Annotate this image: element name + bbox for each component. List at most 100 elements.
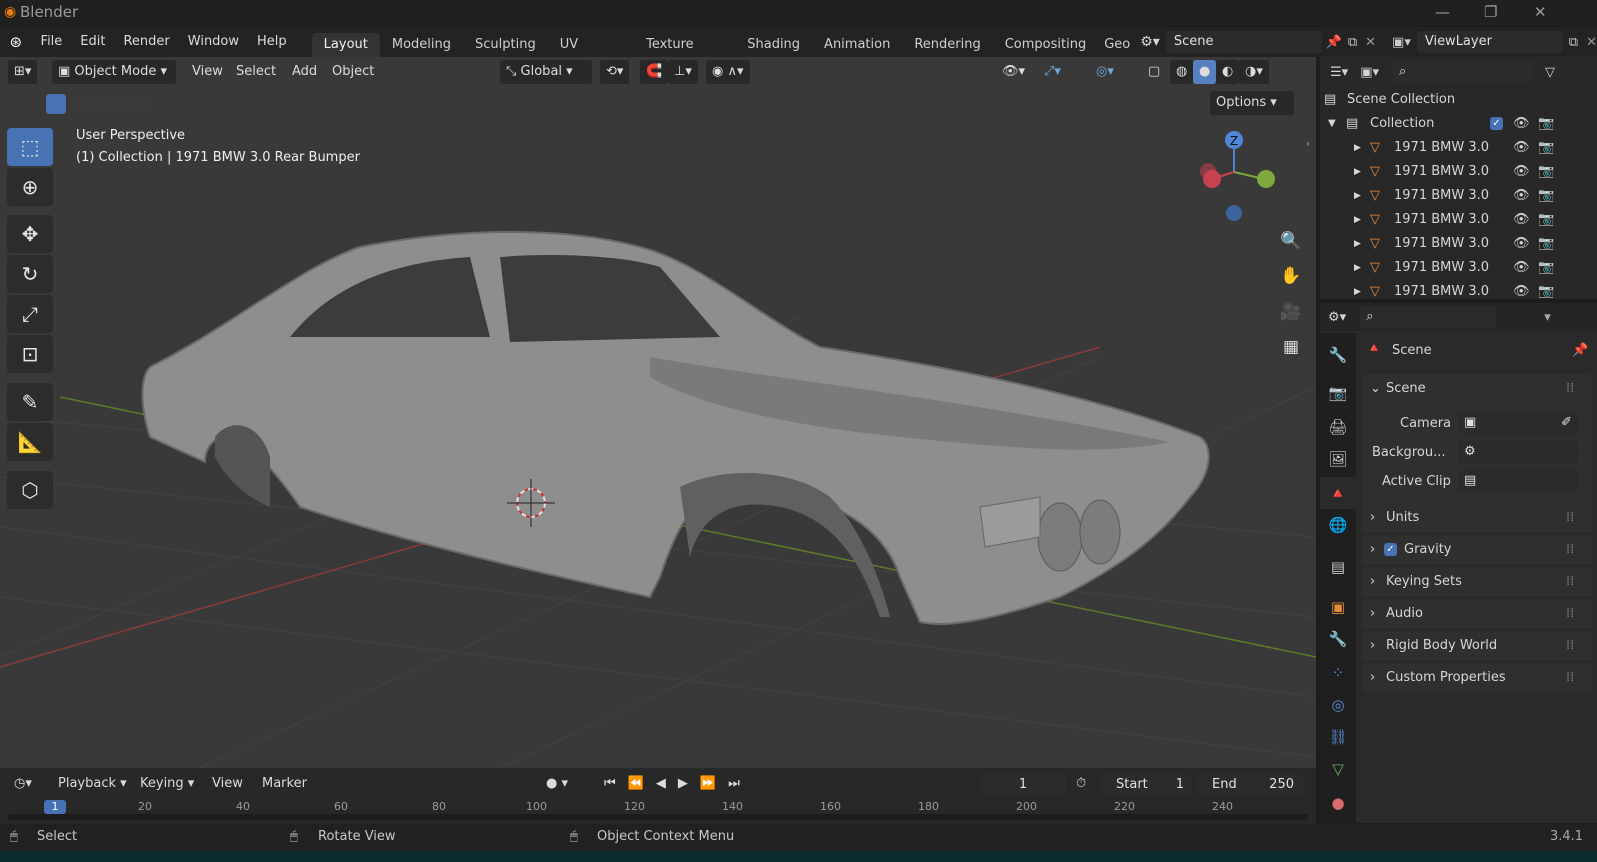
camera-field[interactable]: ▣ ✐ — [1458, 412, 1578, 434]
close-button[interactable]: ✕ — [1534, 3, 1547, 21]
collection-checkbox[interactable]: ✓ — [1490, 117, 1503, 130]
sidebar-toggle-icon[interactable]: ‹ — [1306, 137, 1310, 150]
visibility-icon[interactable]: 👁▾ — [996, 60, 1031, 84]
snap-toggle-icon[interactable]: 🧲 — [640, 60, 669, 84]
properties-search-icon[interactable]: ⌕ — [1360, 306, 1497, 328]
tool-cursor[interactable]: ⊕ — [7, 168, 53, 206]
rigid-body-world-panel[interactable]: › Rigid Body World ⁞⁞ — [1362, 631, 1592, 660]
tab-compositing[interactable]: Compositing — [993, 33, 1099, 57]
background-field[interactable]: ⚙ — [1458, 441, 1578, 463]
pivot-point-icon[interactable]: ⟲▾ — [600, 60, 630, 84]
snap-target-icon[interactable]: ⊥▾ — [668, 60, 698, 84]
menu-render[interactable]: Render — [114, 27, 178, 57]
properties-options-icon[interactable]: ▾ — [1544, 310, 1551, 325]
expand-icon[interactable]: ▶ — [1354, 160, 1361, 184]
drag-handle-icon[interactable]: ⁞⁞ — [1566, 374, 1574, 403]
list-item[interactable]: ▶ ▽ 1971 BMW 3.0 👁 📷 — [1320, 280, 1597, 304]
pan-hand-icon[interactable]: ✋ — [1276, 261, 1306, 291]
modifiers-tab-icon[interactable]: 🔧 — [1320, 623, 1356, 655]
menu-edit[interactable]: Edit — [71, 27, 114, 57]
timeline-scrollbar[interactable] — [8, 814, 1308, 820]
expand-icon[interactable]: ▶ — [1354, 208, 1361, 232]
pin-icon[interactable]: 📌 — [1326, 35, 1342, 50]
filter-icon[interactable]: ▽ — [1545, 65, 1555, 80]
play-icon[interactable]: ▶ — [671, 772, 694, 796]
camera-icon[interactable]: 📷 — [1538, 232, 1554, 256]
constraints-tab-icon[interactable]: ⛓ — [1320, 721, 1356, 753]
camera-icon[interactable]: 📷 — [1538, 280, 1554, 304]
tool-scale[interactable]: ⤢ — [7, 295, 53, 333]
drag-handle-icon[interactable]: ⁞⁞ — [1566, 503, 1574, 532]
drag-handle-icon[interactable]: ⁞⁞ — [1566, 631, 1574, 660]
zoom-icon[interactable]: 🔍 — [1276, 226, 1306, 256]
tool-annotate[interactable]: ✎ — [7, 383, 53, 421]
expand-icon[interactable]: ▶ — [1354, 232, 1361, 256]
scene-field[interactable]: Scene — [1165, 31, 1322, 53]
camera-icon[interactable]: 📷 — [1538, 160, 1554, 184]
tab-layout[interactable]: Layout — [311, 33, 380, 57]
collection-tab-icon[interactable]: ▤ — [1320, 551, 1356, 583]
tab-modeling[interactable]: Modeling — [380, 33, 463, 57]
outliner-scene-collection[interactable]: ▤ Scene Collection — [1320, 88, 1597, 112]
minimize-button[interactable]: — — [1435, 3, 1450, 21]
custom-properties-panel[interactable]: › Custom Properties ⁞⁞ — [1362, 663, 1592, 692]
rendered-shading-icon[interactable]: ◑▾ — [1239, 60, 1269, 84]
camera-icon[interactable]: 📷 — [1538, 112, 1554, 136]
jump-end-icon[interactable]: ⏭ — [722, 772, 746, 796]
viewlayer-field[interactable]: ViewLayer — [1416, 31, 1563, 53]
tool-measure[interactable]: 📐 — [7, 423, 53, 461]
chevron-down-icon[interactable]: ⌄ — [1370, 374, 1381, 403]
select-new-icon[interactable] — [46, 94, 66, 114]
blender-menu-icon[interactable]: ⊛ — [0, 33, 32, 51]
output-tab-icon[interactable]: 🖨 — [1320, 411, 1356, 443]
drag-handle-icon[interactable]: ⁞⁞ — [1566, 663, 1574, 692]
new-scene-icon[interactable]: ⧉ — [1348, 35, 1357, 50]
eye-icon[interactable]: 👁 — [1513, 256, 1530, 280]
object-tab-icon[interactable]: ▣ — [1320, 591, 1356, 623]
tab-animation[interactable]: Animation — [812, 33, 902, 57]
eye-icon[interactable]: 👁 — [1513, 280, 1530, 304]
editor-type-icon[interactable]: ⊞▾ — [8, 60, 38, 84]
camera-icon[interactable]: 📷 — [1538, 184, 1554, 208]
frame-ruler[interactable]: 1 20 40 60 80 100 120 140 160 180 200 22… — [8, 800, 1308, 820]
viewport-menu-object[interactable]: Object — [326, 60, 380, 84]
audio-panel[interactable]: › Audio ⁞⁞ — [1362, 599, 1592, 628]
maximize-button[interactable]: ❐ — [1484, 3, 1497, 21]
list-item[interactable]: ▶ ▽ 1971 BMW 3.0 👁 📷 — [1320, 208, 1597, 232]
tab-geometry-nodes[interactable]: Geo — [1098, 33, 1136, 57]
timeline-view-menu[interactable]: View — [206, 772, 249, 796]
options-button[interactable]: Options ▾ — [1210, 91, 1294, 115]
tab-shading[interactable]: Shading — [735, 33, 812, 57]
eye-icon[interactable]: 👁 — [1513, 136, 1530, 160]
material-shading-icon[interactable]: ◐ — [1216, 60, 1240, 84]
menu-window[interactable]: Window — [179, 27, 248, 57]
viewport-menu-select[interactable]: Select — [230, 60, 282, 84]
tool-select-box[interactable]: ⬚ — [7, 128, 53, 166]
next-keyframe-icon[interactable]: ⏩ — [693, 772, 723, 796]
select-intersect-icon[interactable] — [134, 94, 154, 114]
collection-expand-icon[interactable]: ▼ — [1328, 112, 1336, 136]
units-panel[interactable]: › Units ⁞⁞ — [1362, 503, 1592, 532]
mode-selector[interactable]: ▣ Object Mode ▾ — [52, 60, 176, 84]
list-item[interactable]: ▶ ▽ 1971 BMW 3.0 👁 📷 — [1320, 136, 1597, 160]
active-clip-field[interactable]: ▤ — [1458, 470, 1578, 492]
list-item[interactable]: ▶ ▽ 1971 BMW 3.0 👁 📷 — [1320, 160, 1597, 184]
tool-add-cube[interactable]: ⬡ — [7, 471, 53, 509]
gizmo-toggle-icon[interactable]: ⤢▾ — [1038, 60, 1067, 84]
eyedropper-icon[interactable]: ✐ — [1561, 412, 1572, 434]
viewlayer-selector-icon[interactable]: ▣▾ — [1392, 35, 1411, 50]
wireframe-shading-icon[interactable]: ◍ — [1170, 60, 1194, 84]
display-mode-icon[interactable]: ▣▾ — [1360, 65, 1379, 80]
tab-uv-editing[interactable]: UV Editing — [548, 33, 634, 76]
3d-viewport[interactable]: ⊞▾ ▣ Object Mode ▾ View Select Add Objec… — [0, 57, 1316, 768]
drag-handle-icon[interactable]: ⁞⁞ — [1566, 599, 1574, 628]
delete-viewlayer-icon[interactable]: ✕ — [1586, 35, 1597, 50]
outliner-editor-icon[interactable]: ☰▾ — [1330, 65, 1348, 80]
overlays-icon[interactable]: ◎▾ — [1090, 60, 1120, 84]
auto-keying-icon[interactable]: ● ▾ — [540, 772, 575, 796]
outliner-search-icon[interactable]: ⌕ — [1393, 61, 1533, 83]
proportional-edit-icon[interactable]: ◉ ∧▾ — [706, 60, 750, 84]
list-item[interactable]: ▶ ▽ 1971 BMW 3.0 👁 📷 — [1320, 232, 1597, 256]
tab-texture-paint[interactable]: Texture Paint — [634, 33, 735, 76]
tab-sculpting[interactable]: Sculpting — [463, 33, 548, 57]
